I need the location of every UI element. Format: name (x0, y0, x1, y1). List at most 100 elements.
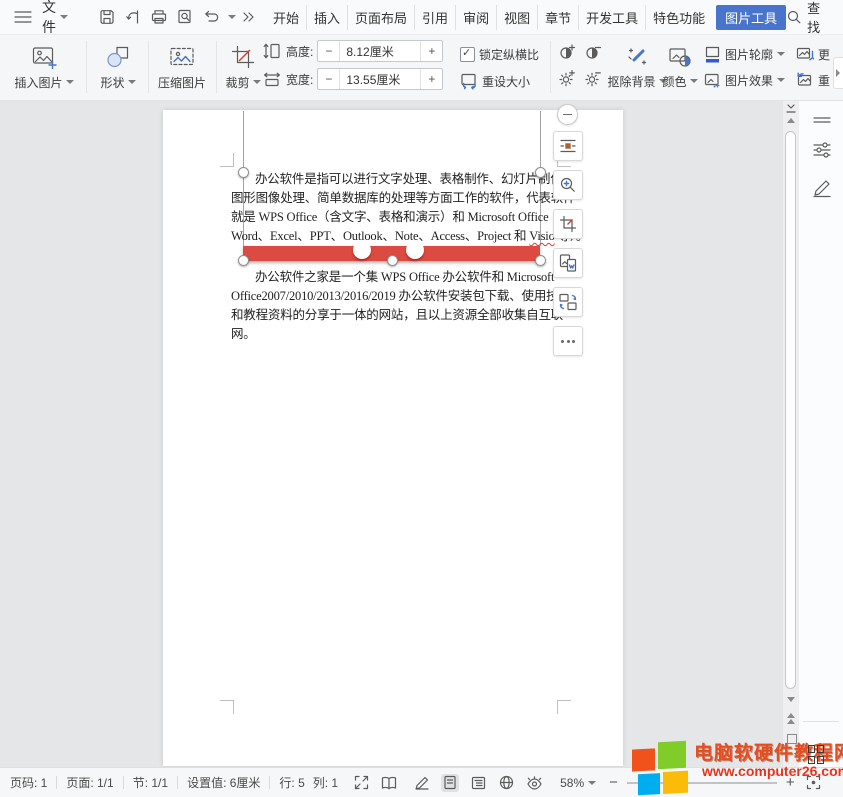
print-preview-button[interactable] (176, 7, 194, 27)
height-increase-button[interactable]: + (420, 41, 442, 61)
selection-handle-right[interactable] (535, 167, 546, 178)
selection-handle-bottom-left[interactable] (238, 255, 249, 266)
undo-dropdown-caret[interactable] (228, 15, 236, 19)
change-picture-button[interactable]: 更 (796, 43, 830, 65)
right-task-panel (798, 101, 843, 767)
zoom-in-button[interactable]: + (786, 774, 795, 791)
width-increase-button[interactable]: + (420, 69, 442, 89)
file-menu-label: 文件 (42, 0, 56, 37)
status-section[interactable]: 节: 1/1 (133, 774, 168, 791)
shapes-button[interactable]: 形状 (92, 37, 144, 97)
lock-aspect-checkbox[interactable] (460, 47, 475, 62)
tab-review[interactable]: 审阅 (455, 5, 496, 30)
picture-to-document-button[interactable] (553, 248, 583, 278)
picture-effects-button[interactable]: 图片效果 (704, 69, 785, 91)
insert-picture-button[interactable]: 插入图片 (8, 37, 80, 97)
symbol-omega-icon[interactable] (811, 213, 833, 235)
hamburger-icon[interactable] (14, 10, 32, 24)
ink-pen-icon[interactable] (811, 177, 833, 199)
tab-section[interactable]: 章节 (537, 5, 578, 30)
tab-developer[interactable]: 开发工具 (578, 5, 645, 30)
width-value[interactable]: 13.55厘米 (340, 69, 420, 89)
edit-mode-button[interactable] (413, 774, 431, 792)
height-row: 高度: − 8.12厘米 + (262, 40, 443, 62)
width-decrease-button[interactable]: − (318, 69, 340, 89)
decrease-brightness-button[interactable] (582, 67, 604, 89)
chevron-down-icon (66, 80, 74, 84)
status-pages[interactable]: 页面: 1/1 (66, 774, 113, 791)
zoom-out-button[interactable]: − (609, 774, 618, 791)
doc-text-line: 图形图像处理、简单数据库的处理等方面工作的软件，代表软件 (231, 189, 575, 208)
increase-brightness-button[interactable] (556, 67, 578, 89)
title-menu-bar: 文件 开始 插入 页面布局 引用 审阅 视图 章节 (0, 0, 843, 35)
status-setting-value[interactable]: 设置值: 6厘米 (187, 774, 260, 791)
picture-effects-label: 图片效果 (725, 72, 773, 89)
export-button[interactable] (124, 7, 142, 27)
properties-sliders-icon[interactable] (811, 139, 833, 161)
ruler-toggle-icon[interactable] (786, 104, 796, 114)
collapse-floating-toolbar-button[interactable] (557, 104, 578, 125)
print-button[interactable] (150, 7, 168, 27)
collapse-panel-icon[interactable] (811, 109, 833, 131)
zoom-slider[interactable] (627, 782, 777, 784)
zoom-picture-button[interactable] (553, 170, 583, 200)
scroll-up-arrow[interactable] (783, 118, 799, 123)
height-decrease-button[interactable]: − (318, 41, 340, 61)
color-button[interactable]: 颜色 (658, 37, 702, 97)
fullscreen-button[interactable] (352, 774, 370, 792)
tab-home[interactable]: 开始 (266, 5, 306, 30)
outline-view-button[interactable] (469, 774, 487, 792)
shapes-label: 形状 (100, 74, 124, 91)
more-picture-tools-button[interactable] (553, 326, 583, 356)
convert-picture-button[interactable] (553, 287, 583, 317)
scroll-down-arrow[interactable] (783, 697, 799, 702)
tab-references[interactable]: 引用 (414, 5, 455, 30)
previous-page-button[interactable] (783, 713, 799, 724)
fit-page-button[interactable] (805, 774, 823, 792)
read-layout-button[interactable] (380, 774, 398, 792)
compress-picture-button[interactable]: 压缩图片 (152, 37, 212, 97)
crop-picture-button[interactable] (553, 209, 583, 239)
crop-button[interactable]: 裁剪 (220, 37, 266, 97)
doc-text-line: Office2007/2010/2013/2016/2019 办公软件安装包下载… (231, 287, 571, 306)
selection-handle-bottom-right[interactable] (535, 255, 546, 266)
save-button[interactable] (98, 7, 116, 27)
chevron-down-icon (777, 78, 785, 82)
doc-text-line: 办公软件是指可以进行文字处理、表格制作、幻灯片制作、 (255, 170, 575, 189)
file-menu[interactable]: 文件 (42, 0, 68, 37)
undo-button[interactable] (202, 7, 222, 27)
magic-wand-icon (625, 45, 649, 69)
page-view-button[interactable] (441, 774, 459, 792)
chevron-down-icon (253, 80, 261, 84)
tab-special-features[interactable]: 特色功能 (645, 5, 712, 30)
reset-picture-button[interactable]: 重 (796, 69, 830, 91)
web-view-button[interactable] (497, 774, 515, 792)
select-browse-object-button[interactable] (787, 734, 797, 744)
selection-handle-bottom-center[interactable] (387, 255, 398, 266)
page-grid-icon[interactable] (808, 745, 826, 765)
find-button[interactable]: 查找 (786, 0, 820, 36)
reset-size-button[interactable]: 重设大小 (460, 70, 530, 92)
layout-options-button[interactable] (553, 131, 583, 161)
eye-protection-button[interactable] (525, 774, 543, 792)
more-quick-actions-icon[interactable] (242, 7, 256, 27)
picture-outline-button[interactable]: 图片轮廓 (704, 43, 785, 65)
status-column[interactable]: 列: 1 (313, 774, 338, 791)
tab-view[interactable]: 视图 (496, 5, 537, 30)
increase-contrast-button[interactable] (556, 41, 578, 63)
status-page-number[interactable]: 页码: 1 (10, 774, 47, 791)
vertical-scrollbar[interactable] (782, 101, 798, 767)
height-value[interactable]: 8.12厘米 (340, 41, 420, 61)
tab-picture-tools[interactable]: 图片工具 (716, 5, 786, 30)
ribbon-expander-button[interactable] (833, 57, 843, 89)
status-line[interactable]: 行: 5 (279, 774, 304, 791)
tab-page-layout[interactable]: 页面布局 (347, 5, 414, 30)
decrease-contrast-button[interactable] (582, 41, 604, 63)
scrollbar-thumb[interactable] (785, 131, 796, 689)
zoom-level-dropdown[interactable]: 58% (560, 776, 596, 790)
doc-text-line: 就是 WPS Office（含文字、表格和演示）和 Microsoft Offi… (231, 208, 573, 227)
selection-handle-left[interactable] (238, 167, 249, 178)
panel-divider (803, 721, 839, 722)
tab-insert[interactable]: 插入 (306, 5, 347, 30)
picture-outline-label: 图片轮廓 (725, 46, 773, 63)
